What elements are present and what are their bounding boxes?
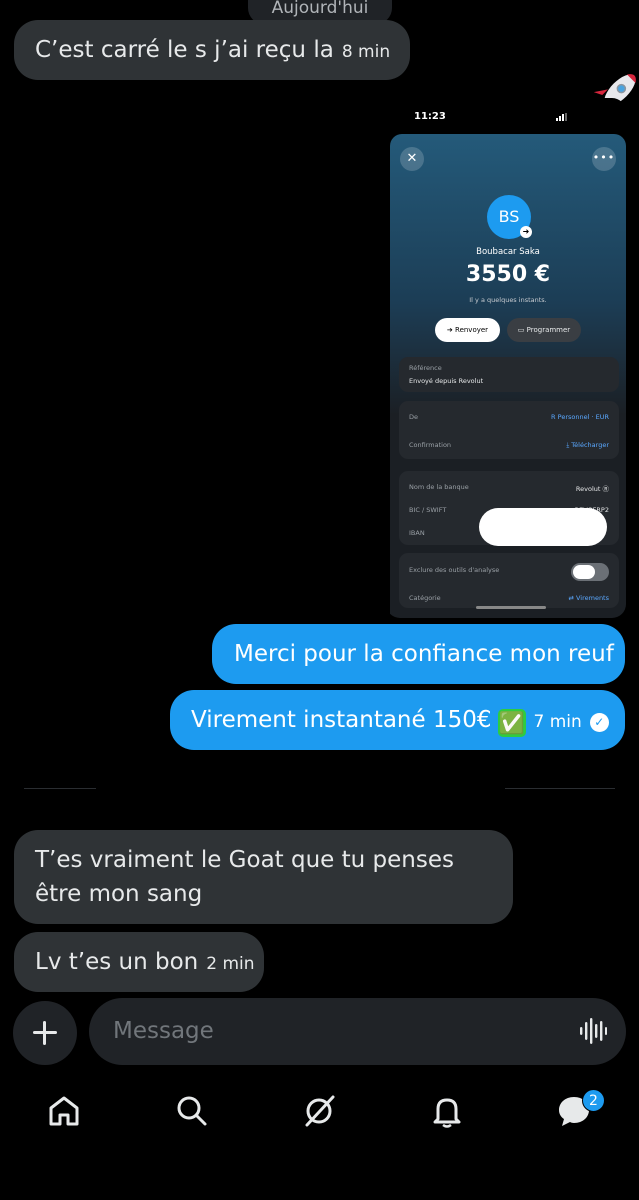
analytics-toggle (571, 563, 609, 581)
bank-value: Revolut (575, 485, 601, 493)
confirmation-label: Confirmation (409, 441, 452, 449)
unread-messages-badge: 2 (582, 1089, 605, 1112)
voice-message-icon[interactable] (579, 1018, 607, 1044)
message-bubble-incoming[interactable]: T’es vraiment le Goat que tu penses être… (14, 830, 513, 924)
message-text: T’es vraiment le Goat que tu penses être… (35, 847, 454, 907)
message-timestamp: 2 min (206, 954, 255, 974)
notifications-bell-icon[interactable] (429, 1093, 465, 1129)
message-timestamp: 8 min (341, 42, 391, 62)
signal-icon (556, 113, 567, 121)
message-text: Lv t’es un bon (35, 949, 199, 975)
message-text: C’est carré le s j’ai reçu la (35, 37, 334, 63)
schedule-button: ▭ Programmer (507, 318, 581, 342)
bic-label: BIC / SWIFT (409, 506, 447, 514)
analytics-section: Exclure des outils d'analyse Catégorie ⇄… (399, 553, 619, 608)
recipient-name: Boubacar Saka (476, 247, 540, 257)
check-mark-emoji: ✅ (497, 709, 526, 737)
from-label: De (409, 413, 419, 421)
message-bubble-incoming[interactable]: C’est carré le s j’ai reçu la 8 min (14, 20, 411, 80)
arrow-right-icon: ➜ (520, 226, 532, 238)
divider (505, 788, 615, 789)
transfer-icon: ⇄ (568, 594, 576, 602)
category-label: Catégorie (409, 594, 441, 602)
iban-label: IBAN (409, 529, 425, 537)
transfer-amount: 3550 € (465, 262, 551, 287)
message-bubble-incoming[interactable]: Lv t’es un bon 2 min (14, 932, 264, 992)
transfer-time: Il y a quelques instants. (469, 296, 547, 304)
revolut-icon: R (551, 413, 558, 421)
divider (24, 788, 96, 789)
message-bubble-outgoing[interactable]: Virement instantané 150€ ✅ 7 min ✓ (170, 690, 625, 750)
message-timestamp: 7 min (533, 712, 582, 732)
more-icon: ••• (592, 147, 616, 171)
download-link: Télécharger (571, 441, 609, 449)
message-text: Virement instantané 150€ (191, 707, 492, 733)
arrow-right-icon: ➔ (446, 326, 456, 334)
reference-section: Référence Envoyé depuis Revolut (399, 357, 619, 392)
message-input[interactable] (113, 1012, 553, 1050)
add-media-button[interactable] (13, 1001, 77, 1065)
category-value: Virements (575, 594, 609, 602)
revolut-icon: Ⓡ (602, 485, 610, 493)
bank-label: Nom de la banque (409, 483, 469, 491)
message-bubble-outgoing[interactable]: Merci pour la confiance mon reuf (212, 624, 625, 684)
search-icon[interactable] (174, 1093, 210, 1129)
home-indicator (476, 606, 546, 609)
message-text: Merci pour la confiance mon reuf (234, 641, 614, 667)
reference-value: Envoyé depuis Revolut (409, 377, 484, 385)
grok-icon[interactable] (301, 1093, 337, 1129)
resend-button: ➔ Renvoyer (435, 318, 500, 342)
reference-label: Référence (409, 364, 442, 372)
home-icon[interactable] (46, 1093, 82, 1129)
redaction-mark (479, 508, 607, 546)
transfer-screenshot-image[interactable]: 11:23 ✕ ••• BS ➜ Boubacar Saka 3550 € Il… (386, 98, 626, 618)
from-value: Personnel · EUR (557, 413, 609, 421)
from-section: De R Personnel · EUR Confirmation ⤓ Télé… (399, 401, 619, 459)
read-receipt-icon: ✓ (589, 713, 609, 732)
close-icon: ✕ (400, 147, 424, 171)
calendar-icon: ▭ (517, 326, 527, 334)
status-time: 11:23 (414, 111, 446, 122)
message-composer (89, 998, 626, 1065)
